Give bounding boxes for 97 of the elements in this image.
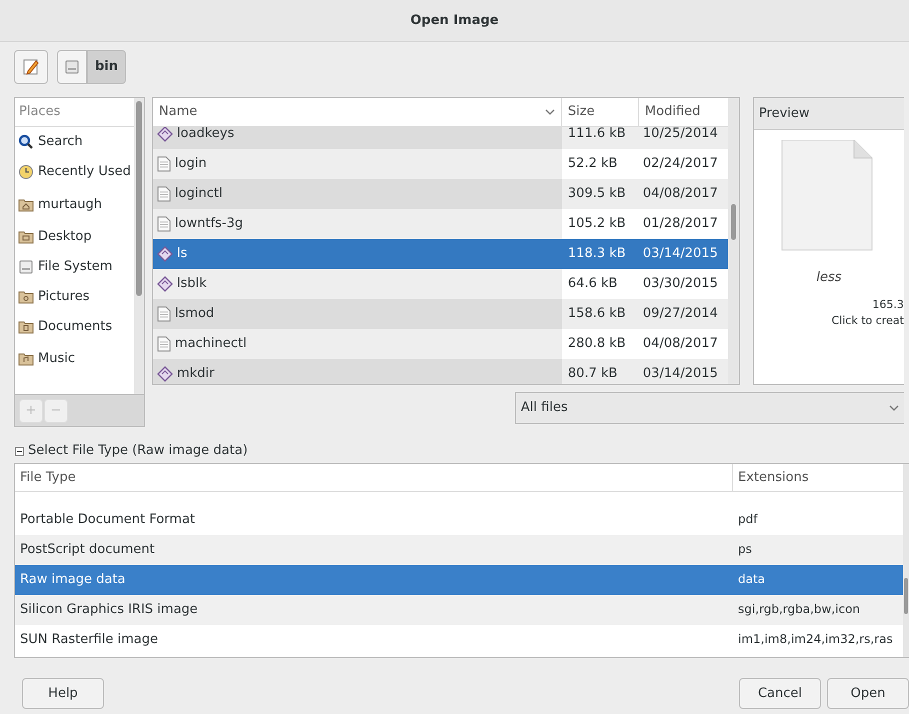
- document-icon: [156, 186, 171, 202]
- file-row[interactable]: loginctl 309.5 kB 04/08/2017: [152, 179, 728, 209]
- file-size: 280.8 kB: [568, 335, 626, 354]
- document-icon: [156, 156, 171, 172]
- file-name: mkdir: [176, 365, 214, 384]
- places-item[interactable]: Music: [15, 342, 134, 376]
- file-name: machinectl: [174, 335, 247, 354]
- file-extensions: data: [738, 572, 766, 586]
- file-size: 105.2 kB: [568, 215, 626, 234]
- diamond-icon: [156, 127, 173, 142]
- file-name: lsmod: [174, 305, 214, 324]
- pencil-icon: [22, 58, 40, 76]
- file-type-name: Portable Document Format: [20, 512, 196, 528]
- file-type-row[interactable]: Silicon Graphics IRIS image sgi,rgb,rgba,bw,icon: [15, 595, 903, 625]
- file-name: loginctl: [174, 185, 222, 204]
- scrollbar-thumb[interactable]: [904, 578, 908, 614]
- file-date: 03/30/2015: [642, 275, 718, 294]
- file-size: 52.2 kB: [568, 155, 618, 174]
- diamond-icon: [156, 366, 173, 382]
- file-name: lowntfs-3g: [174, 215, 244, 234]
- file-type-name: Silicon Graphics IRIS image: [20, 602, 198, 618]
- places-item[interactable]: murtaugh: [15, 187, 134, 222]
- file-size: 80.7 kB: [568, 365, 618, 384]
- folder-icon: [18, 319, 34, 335]
- file-name: loadkeys: [176, 127, 234, 144]
- drive-icon: [65, 60, 79, 74]
- column-header[interactable]: Size: [562, 98, 639, 126]
- path-button[interactable]: [57, 50, 87, 84]
- file-name: lsblk: [176, 275, 207, 294]
- file-date: 09/27/2014: [642, 305, 718, 324]
- clock-icon: [18, 164, 34, 180]
- file-extensions: im1,im8,im24,im32,rs,ras: [738, 632, 893, 646]
- file-name: login: [174, 155, 207, 174]
- file-row[interactable]: loadkeys 111.6 kB 10/25/2014: [152, 127, 728, 149]
- diamond-icon: [156, 246, 173, 262]
- file-date: 03/14/2015: [642, 245, 718, 264]
- file-row[interactable]: mkdir 80.7 kB 03/14/2015: [152, 359, 728, 384]
- expander-label[interactable]: Select File Type (Raw image data): [28, 441, 248, 461]
- file-extensions: pdf: [738, 512, 758, 526]
- file-extensions: sgi,rgb,rgba,bw,icon: [738, 602, 860, 616]
- filter-dropdown[interactable]: All files: [514, 392, 904, 424]
- window-title: Open Image: [410, 12, 499, 30]
- column-header[interactable]: Extensions: [733, 464, 903, 491]
- collapse-icon[interactable]: [15, 446, 24, 456]
- scrollbar-thumb[interactable]: [136, 101, 142, 296]
- drive-icon: [18, 259, 34, 275]
- sort-chevron-icon: [544, 109, 555, 115]
- file-type-row[interactable]: PostScript document ps: [15, 535, 903, 565]
- path-button[interactable]: bin: [87, 50, 126, 84]
- folder-icon: [18, 351, 34, 367]
- open-button[interactable]: Open: [827, 678, 909, 709]
- preview-header: Preview: [754, 98, 904, 130]
- cancel-button[interactable]: Cancel: [739, 678, 821, 709]
- places-item[interactable]: Desktop: [15, 222, 134, 252]
- document-icon: [156, 306, 171, 322]
- column-header[interactable]: File Type: [15, 464, 733, 491]
- file-row[interactable]: lsmod 158.6 kB 09/27/2014: [152, 299, 728, 329]
- file-size: 64.6 kB: [568, 275, 618, 294]
- folder-icon: [18, 289, 34, 305]
- diamond-icon: [156, 276, 173, 292]
- folder-icon: [18, 229, 34, 245]
- places-item[interactable]: Documents: [15, 312, 134, 342]
- folder-icon: [18, 196, 34, 212]
- file-size: 158.6 kB: [568, 305, 626, 324]
- preview-size: 165.3: [872, 296, 904, 312]
- file-type-row[interactable]: Raw image data data: [15, 565, 903, 595]
- file-extensions: ps: [738, 542, 752, 556]
- places-item[interactable]: Search: [15, 127, 134, 157]
- file-row[interactable]: ls 118.3 kB 03/14/2015: [152, 239, 728, 269]
- chevron-down-icon: [888, 405, 899, 411]
- search-icon: [18, 134, 34, 150]
- places-item[interactable]: File System: [15, 252, 134, 282]
- preview-hint: Click to creat: [832, 313, 904, 329]
- file-date: 04/08/2017: [642, 335, 718, 354]
- file-type-name: Raw image data: [20, 572, 126, 588]
- file-size: 111.6 kB: [568, 127, 626, 144]
- document-icon: [156, 216, 171, 232]
- column-header[interactable]: Name: [152, 98, 562, 126]
- help-button[interactable]: Help: [22, 678, 104, 709]
- places-item[interactable]: Recently Used: [15, 157, 134, 187]
- file-date: 03/14/2015: [642, 365, 718, 384]
- places-item[interactable]: Pictures: [15, 282, 134, 312]
- scrollbar-thumb[interactable]: [730, 204, 736, 240]
- file-date: 01/28/2017: [642, 215, 718, 234]
- column-header[interactable]: Modified: [638, 98, 728, 126]
- file-name: ls: [176, 245, 188, 264]
- file-date: 10/25/2014: [642, 127, 718, 144]
- edit-location-button[interactable]: [14, 50, 48, 84]
- file-date: 02/24/2017: [642, 155, 718, 174]
- file-type-name: SUN Rasterfile image: [20, 632, 158, 648]
- file-size: 118.3 kB: [568, 245, 626, 264]
- document-icon: [156, 336, 171, 352]
- file-type-name: PostScript document: [20, 542, 155, 558]
- document-icon: [780, 140, 874, 252]
- preview-filename: less: [815, 269, 842, 287]
- file-size: 309.5 kB: [568, 185, 626, 204]
- file-date: 04/08/2017: [642, 185, 718, 204]
